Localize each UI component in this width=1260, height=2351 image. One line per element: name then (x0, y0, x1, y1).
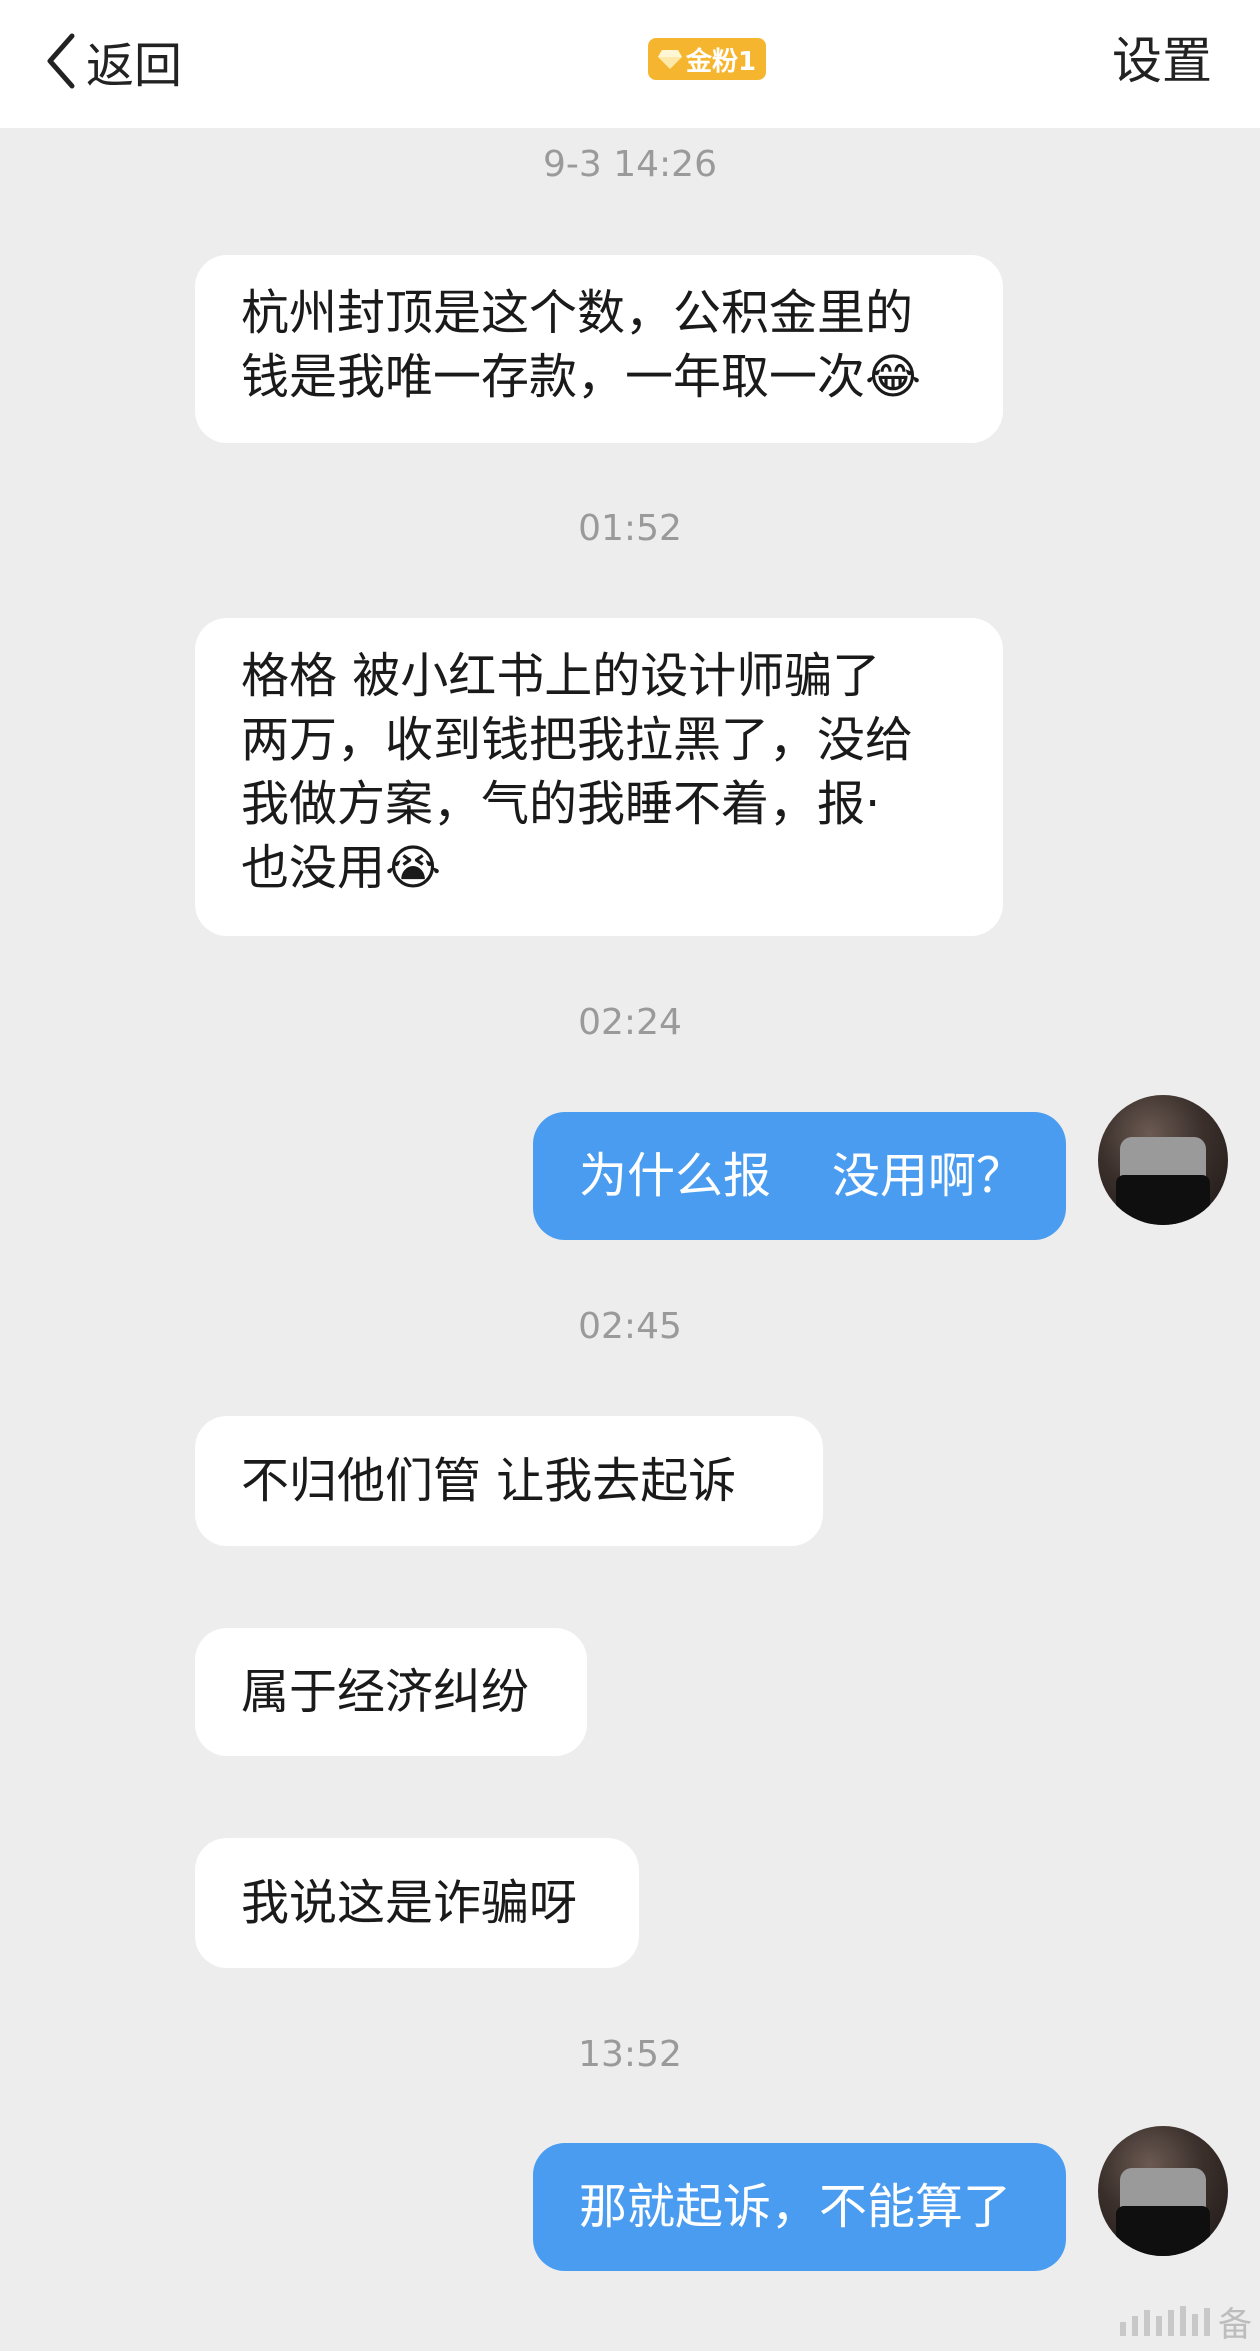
user-avatar[interactable] (1098, 1095, 1228, 1225)
chevron-left-icon (47, 33, 75, 89)
timestamp: 9-3 14:26 (543, 144, 717, 185)
message-text: 为什么报 没用啊？ (579, 1148, 1025, 1204)
back-button[interactable]: 返回 (44, 28, 182, 94)
watermark: 备 (1082, 2291, 1260, 2351)
timestamp: 02:45 (578, 1306, 682, 1347)
incoming-message[interactable]: 不归他们管 让我去起诉 (195, 1416, 823, 1546)
message-text: 那就起诉，不能算了 (579, 2179, 1012, 2235)
timestamp: 01:52 (578, 508, 682, 549)
fan-level-label: 金粉1 (685, 46, 757, 77)
incoming-message[interactable]: 属于经济纠纷 (195, 1628, 587, 1756)
back-label: 返回 (86, 38, 183, 94)
user-avatar[interactable] (1098, 2126, 1228, 2256)
diamond-icon (657, 50, 682, 69)
timestamp: 02:24 (578, 1002, 682, 1043)
watermark-text: 备 (1218, 2304, 1252, 2345)
fan-level-badge: 金粉1 (648, 38, 766, 80)
incoming-message[interactable]: 我说这是诈骗呀 (195, 1838, 639, 1968)
watermark-bars-icon (1120, 2306, 1210, 2336)
message-text: 格格 被小红书上的设计师骗了 两万，收到钱把我拉黑了，没给 我做方案，气的我睡不… (241, 648, 914, 896)
message-text: 我说这是诈骗呀 (241, 1875, 578, 1931)
avatar-shorts (1116, 2206, 1210, 2256)
message-text: 不归他们管 让我去起诉 (241, 1453, 737, 1509)
incoming-message[interactable]: 格格 被小红书上的设计师骗了 两万，收到钱把我拉黑了，没给 我做方案，气的我睡不… (195, 618, 1003, 936)
timestamp: 13:52 (578, 2034, 682, 2075)
message-text: 属于经济纠纷 (241, 1664, 530, 1720)
top-bar: 返回 金粉1 设置 (0, 0, 1260, 128)
outgoing-message[interactable]: 那就起诉，不能算了 (533, 2143, 1066, 2271)
message-text: 杭州封顶是这个数，公积金里的 钱是我唯一存款，一年取一次😂 (241, 285, 922, 405)
incoming-message[interactable]: 杭州封顶是这个数，公积金里的 钱是我唯一存款，一年取一次😂 (195, 255, 1003, 443)
settings-button[interactable]: 设置 (1112, 28, 1212, 94)
outgoing-message[interactable]: 为什么报 没用啊？ (533, 1112, 1066, 1240)
avatar-shorts (1116, 1175, 1210, 1225)
